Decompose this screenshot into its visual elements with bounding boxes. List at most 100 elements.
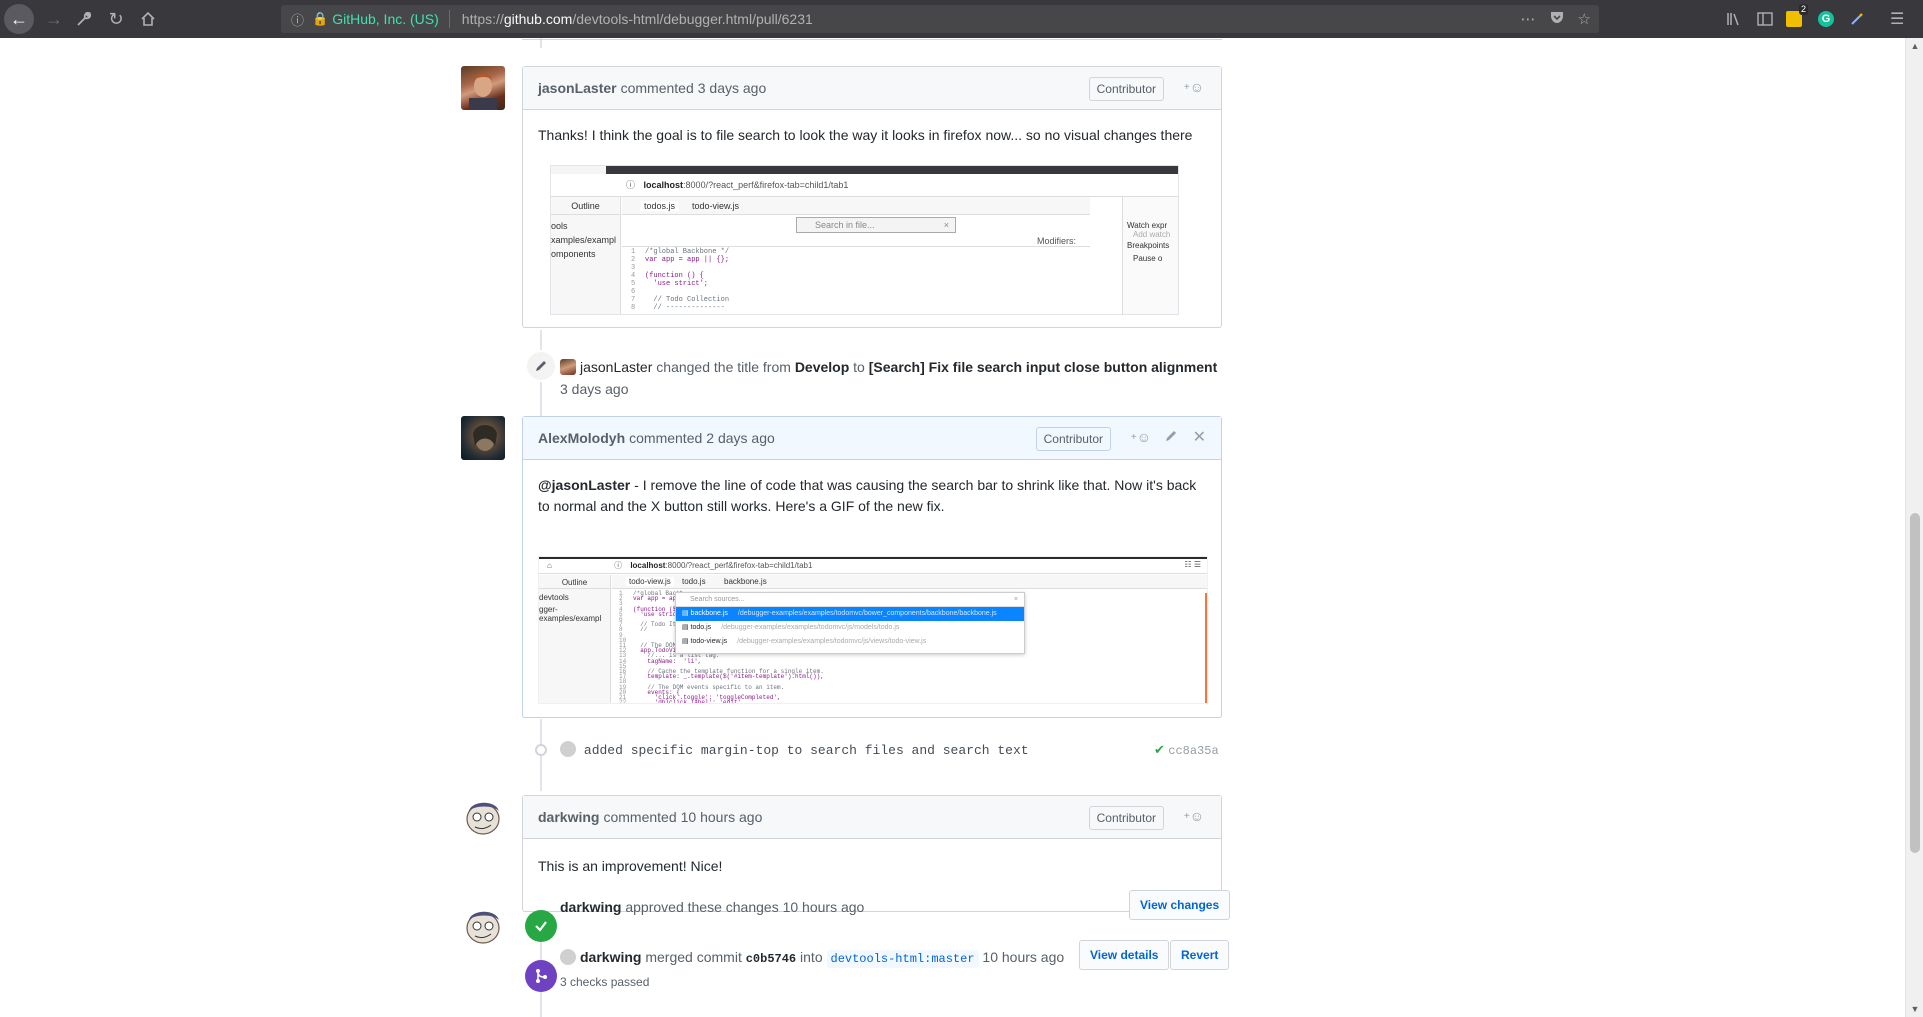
comment: jasonLaster commented 3 days ago Contrib…	[522, 66, 1222, 328]
view-details-button[interactable]: View details	[1079, 940, 1170, 970]
add-reaction-icon[interactable]: +☺	[1184, 79, 1204, 95]
shot-tab: todo.js	[682, 577, 706, 586]
wrench-icon[interactable]	[70, 5, 98, 33]
scroll-up-arrow[interactable]: ▲	[1906, 38, 1923, 54]
user-mention[interactable]: @jasonLaster	[538, 477, 630, 493]
event-author[interactable]: darkwing	[560, 899, 621, 915]
comment-timestamp[interactable]: 10 hours ago	[681, 809, 763, 825]
mini-avatar[interactable]	[560, 359, 576, 375]
url-bar[interactable]: ⓘ 🔒 GitHub, Inc. (US) https://github.com…	[281, 5, 1599, 33]
comment-header: darkwing commented 10 hours ago Contribu…	[523, 796, 1221, 839]
mini-avatar[interactable]	[560, 741, 576, 757]
shot-code-line: 1/*global Backbone */	[631, 248, 730, 256]
event-author[interactable]: jasonLaster	[580, 359, 652, 375]
reload-button[interactable]: ↻	[102, 5, 130, 33]
add-reaction-icon[interactable]: +☺	[1131, 429, 1151, 445]
shot-tab: todo-view.js	[692, 201, 740, 211]
shot-right-pane: Watch expr Add watch Breakpoints Pause o	[1122, 197, 1178, 314]
home-button[interactable]	[134, 5, 162, 33]
event-text: into	[800, 949, 823, 965]
back-button[interactable]: ←	[4, 4, 34, 34]
review-event-text: darkwing approved these changes 10 hours…	[560, 899, 864, 915]
comment-verb: commented	[620, 80, 694, 96]
new-title: [Search] Fix file search input close but…	[868, 359, 1218, 375]
shot-search-field: Search sources... ×	[676, 593, 1024, 607]
edit-icon[interactable]	[1164, 429, 1178, 446]
merge-commit-sha[interactable]: c0b5746	[746, 952, 796, 966]
screenshot-gif[interactable]: ⌂ ⓘ localhost:8000/?react_perf&firefox-t…	[538, 556, 1208, 704]
commit-sha[interactable]: cc8a35a	[1168, 744, 1218, 758]
target-branch[interactable]: devtools-html:master	[826, 950, 979, 968]
event-timestamp[interactable]: 10 hours ago	[783, 899, 865, 915]
check-icon[interactable]: ✔	[1154, 742, 1165, 757]
shot-pause: Pause o	[1133, 254, 1163, 263]
add-reaction-icon[interactable]: +☺	[1184, 808, 1204, 824]
shot-tab: backbone.js	[724, 577, 767, 586]
shot-results-list: ▤ backbone.js/debugger-examples/examples…	[676, 607, 1024, 649]
revert-button[interactable]: Revert	[1170, 940, 1230, 970]
comment-body: Thanks! I think the goal is to file sear…	[523, 110, 1221, 161]
notification-count: 2	[1798, 4, 1808, 15]
shot-code-line: 4 (function () {	[631, 272, 704, 280]
avatar[interactable]	[461, 416, 505, 460]
comment-author[interactable]: jasonLaster	[538, 80, 617, 96]
library-icon[interactable]	[1726, 0, 1742, 38]
comment-text: This is an improvement! Nice!	[538, 858, 723, 874]
pocket-icon[interactable]	[1550, 10, 1564, 28]
event-timestamp[interactable]: 3 days ago	[560, 381, 629, 397]
comment-text: Thanks! I think the goal is to file sear…	[538, 127, 1193, 143]
pull-request-timeline: jasonLaster commented 3 days ago Contrib…	[0, 38, 1905, 1017]
event-text: merged commit	[645, 949, 742, 965]
eyedropper-icon[interactable]	[1850, 0, 1864, 38]
grammarly-icon[interactable]: G	[1818, 0, 1834, 38]
shot-titlebar	[606, 166, 1178, 174]
comment-body: @jasonLaster - I remove the line of code…	[523, 460, 1221, 525]
delete-icon[interactable]: ✕	[1193, 427, 1206, 447]
commit-message[interactable]: added specific margin-top to search file…	[584, 743, 1029, 758]
shot-sidebar: Outline devtools gger-examples/exampl	[539, 575, 611, 703]
shot-code-line: 2 var app = app || {};	[631, 256, 730, 264]
event-text: to	[853, 359, 865, 375]
comment-header: jasonLaster commented 3 days ago Contrib…	[523, 67, 1221, 110]
menu-icon[interactable]: ☰	[1890, 0, 1904, 38]
comment-timestamp[interactable]: 2 days ago	[706, 430, 775, 446]
shot-tab: todo-view.js	[626, 577, 674, 586]
commit-event: added specific margin-top to search file…	[560, 741, 1029, 758]
view-changes-button[interactable]: View changes	[1129, 890, 1231, 920]
comment-timestamp[interactable]: 3 days ago	[698, 80, 767, 96]
info-icon[interactable]: ⓘ	[291, 10, 304, 29]
event-author[interactable]: darkwing	[580, 949, 641, 965]
shot-watch-label: Watch expr	[1127, 221, 1168, 230]
shot-result-item: ▤ todo-view.js/debugger-examples/example…	[682, 638, 927, 645]
bookmark-star-icon[interactable]: ☆	[1578, 10, 1591, 28]
comment-verb: commented	[629, 430, 703, 446]
forward-button[interactable]: →	[40, 5, 68, 33]
rename-event: jasonLaster changed the title from Devel…	[560, 356, 1230, 400]
extension-notification-icon[interactable]: 2	[1786, 0, 1808, 38]
comment-body: This is an improvement! Nice!	[523, 839, 1221, 892]
screenshot-image[interactable]: ⓘ localhost:8000/?react_perf&firefox-tab…	[550, 165, 1179, 315]
page-actions-icon[interactable]: ⋯	[1521, 10, 1536, 28]
event-text: approved these changes	[625, 899, 779, 915]
scroll-down-arrow[interactable]: ▼	[1906, 1001, 1923, 1017]
avatar[interactable]	[461, 795, 505, 839]
mini-avatar[interactable]	[560, 949, 576, 965]
shot-code-line: 8 // --------------	[631, 304, 725, 312]
comment-text: - I remove the line of code that was cau…	[538, 477, 1197, 514]
comment-author[interactable]: AlexMolodyh	[538, 430, 625, 446]
url-text[interactable]: https://github.com/devtools-html/debugge…	[462, 11, 813, 27]
contributor-badge: Contributor	[1088, 77, 1164, 101]
comment: darkwing commented 10 hours ago Contribu…	[522, 795, 1222, 912]
scroll-thumb[interactable]	[1910, 513, 1920, 853]
shot-tabs: todos.js todo-view.js	[622, 197, 1090, 215]
sidebar-icon[interactable]	[1757, 0, 1773, 38]
avatar[interactable]	[461, 66, 505, 110]
page-scrollbar[interactable]: ▲ ▼	[1905, 38, 1923, 1017]
checks-status[interactable]: 3 checks passed	[560, 975, 649, 989]
shot-tabs: todo-view.js todo.js backbone.js	[612, 575, 1207, 589]
shot-code-line: 3	[631, 264, 636, 272]
event-timestamp[interactable]: 10 hours ago	[982, 949, 1064, 965]
avatar[interactable]	[461, 904, 505, 948]
comment-author[interactable]: darkwing	[538, 809, 599, 825]
comment-header: AlexMolodyh commented 2 days ago Contrib…	[523, 417, 1221, 460]
